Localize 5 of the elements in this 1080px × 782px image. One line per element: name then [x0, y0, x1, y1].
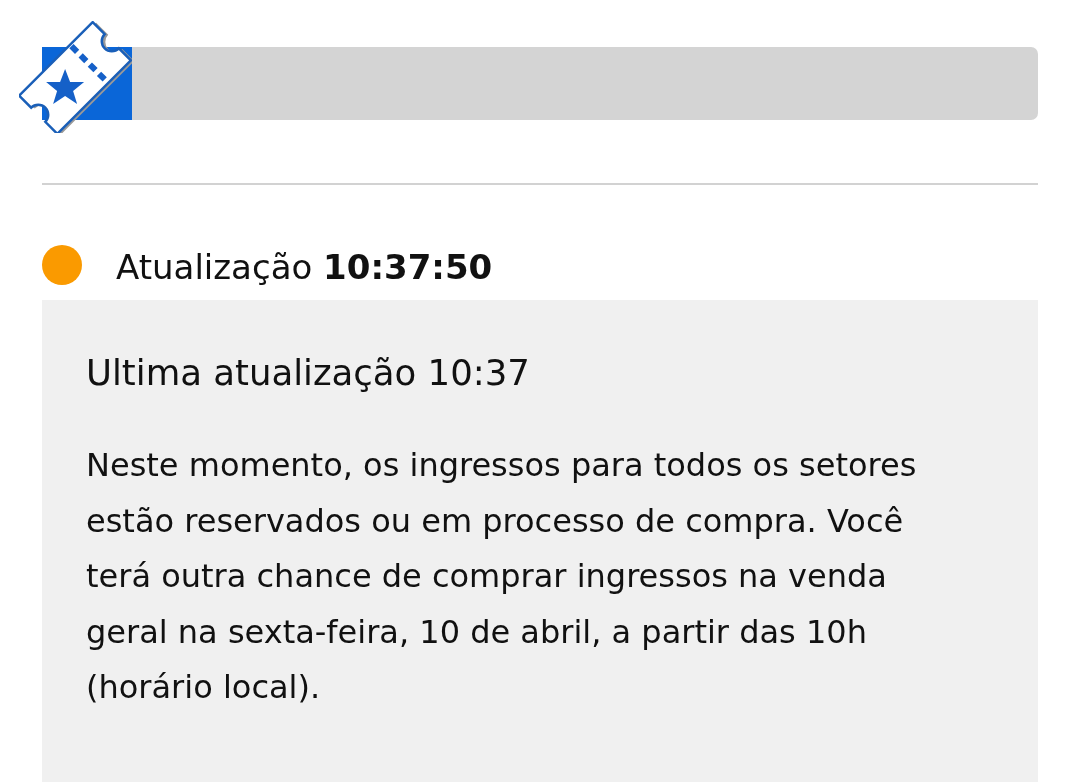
- notice-paragraph: Neste momento, os ingressos para todos os setores estão reservados ou em processo de compra. Você terá outra chance de comprar ingressos na venda geral na sexta-feira, 10 de abril, a partir das 10h (horário local).: [86, 445, 918, 708]
- ticket-logo-icon: [19, 21, 132, 133]
- status-dot-icon: [42, 245, 82, 285]
- update-status-text: Atualização 10:37:50: [116, 246, 493, 289]
- last-update-heading: Ultima atualização 10:37: [86, 351, 531, 395]
